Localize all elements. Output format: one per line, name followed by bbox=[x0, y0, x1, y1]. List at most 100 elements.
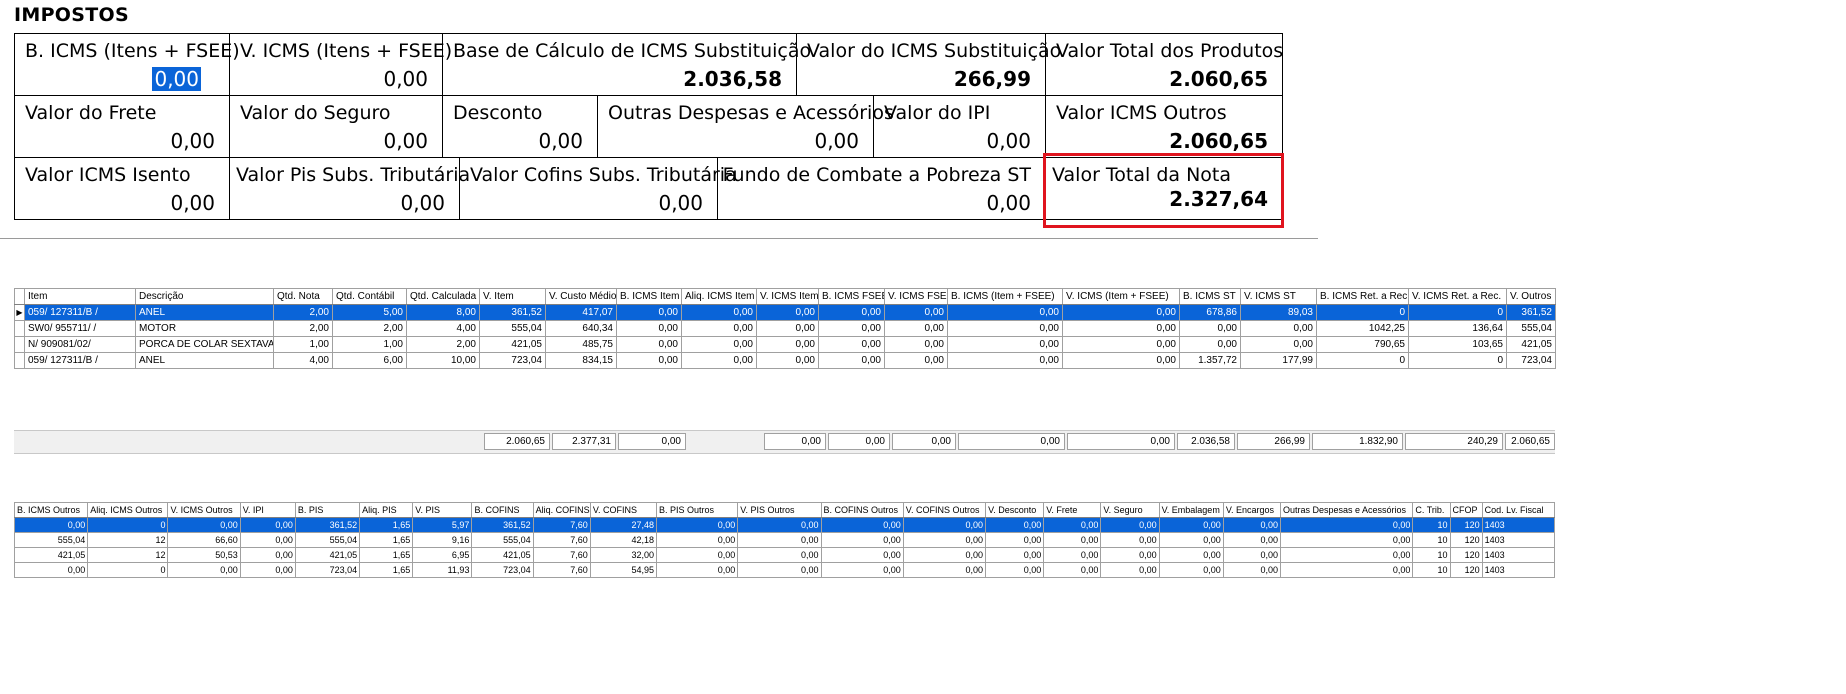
cell-v-outros[interactable]: 421,05 bbox=[1506, 336, 1556, 353]
cell-descricao[interactable]: ANEL bbox=[135, 304, 274, 321]
table-row[interactable]: SW0/ 955711/ / MOTOR 2,00 2,00 4,00 555,04 640… bbox=[14, 320, 1556, 337]
cell-b-icms-fsee[interactable]: 0,00 bbox=[818, 320, 885, 337]
cell-v-pis-outros[interactable]: 0,00 bbox=[737, 517, 822, 533]
cell-v-desconto[interactable]: 0,00 bbox=[985, 547, 1045, 563]
cell-qtd-calculada[interactable]: 10,00 bbox=[406, 352, 480, 369]
cell-aliq-icms-item[interactable]: 0,00 bbox=[681, 336, 757, 353]
cell-aliq-icms-outros[interactable]: 0 bbox=[87, 562, 169, 578]
cell-v-cofins[interactable]: 42,18 bbox=[589, 532, 658, 548]
cell-v-encargos[interactable]: 0,00 bbox=[1222, 517, 1281, 533]
col-header-v-pis[interactable]: V. PIS bbox=[412, 502, 473, 518]
cell-v-icms-item-fsee[interactable]: 0,00 bbox=[1062, 352, 1180, 369]
cell-v-ipi[interactable]: 0,00 bbox=[239, 517, 296, 533]
col-header-v-icms-outros[interactable]: V. ICMS Outros bbox=[167, 502, 241, 518]
cell-v-cofins[interactable]: 27,48 bbox=[589, 517, 658, 533]
cell-v-icms-outros[interactable]: 0,00 bbox=[167, 517, 241, 533]
col-header-aliq-cofins[interactable]: Aliq. COFINS bbox=[532, 502, 591, 518]
cell-b-pis-outros[interactable]: 0,00 bbox=[656, 517, 739, 533]
cell-c-trib[interactable]: 10 bbox=[1412, 517, 1451, 533]
cell-b-pis[interactable]: 361,52 bbox=[294, 517, 361, 533]
items-grid[interactable]: Item Descrição Qtd. Nota Qtd. Contábil Qtd. … bbox=[14, 288, 1556, 369]
cell-aliq-cofins[interactable]: 7,60 bbox=[532, 547, 591, 563]
cell-v-icms-item[interactable]: 0,00 bbox=[756, 320, 819, 337]
field-valor-pis-st[interactable]: Valor Pis Subs. Tributária 0,00 bbox=[229, 157, 470, 220]
cell-cod-lv-fiscal[interactable]: 1403 bbox=[1481, 547, 1556, 563]
cell-v-item[interactable]: 555,04 bbox=[479, 320, 546, 337]
cell-aliq-cofins[interactable]: 7,60 bbox=[532, 532, 591, 548]
cell-b-icms-item-fsee[interactable]: 0,00 bbox=[947, 304, 1063, 321]
cell-b-icms-item-fsee[interactable]: 0,00 bbox=[947, 352, 1063, 369]
cell-b-icms-fsee[interactable]: 0,00 bbox=[818, 304, 885, 321]
cell-qtd-nota[interactable]: 2,00 bbox=[273, 304, 333, 321]
cell-v-item[interactable]: 361,52 bbox=[479, 304, 546, 321]
cell-v-custo-medio[interactable]: 485,75 bbox=[545, 336, 617, 353]
cell-b-icms-outros[interactable]: 0,00 bbox=[13, 517, 89, 533]
cell-v-embalagem[interactable]: 0,00 bbox=[1158, 517, 1224, 533]
cell-v-pis-outros[interactable]: 0,00 bbox=[737, 547, 822, 563]
cell-v-icms-outros[interactable]: 0,00 bbox=[167, 562, 241, 578]
col-header-v-cofins[interactable]: V. COFINS bbox=[589, 502, 658, 518]
cell-qtd-contabil[interactable]: 5,00 bbox=[332, 304, 407, 321]
cell-aliq-icms-item[interactable]: 0,00 bbox=[681, 304, 757, 321]
field-valor-total-produtos[interactable]: Valor Total dos Produtos 2.060,65 bbox=[1045, 33, 1283, 96]
cell-b-cofins[interactable]: 361,52 bbox=[471, 517, 534, 533]
cell-b-icms-fsee[interactable]: 0,00 bbox=[818, 352, 885, 369]
cell-v-icms-st[interactable]: 0,00 bbox=[1240, 336, 1317, 353]
cell-b-pis[interactable]: 555,04 bbox=[294, 532, 361, 548]
cell-v-seguro[interactable]: 0,00 bbox=[1100, 547, 1160, 563]
col-header-b-icms-outros[interactable]: B. ICMS Outros bbox=[13, 502, 89, 518]
cell-v-frete[interactable]: 0,00 bbox=[1043, 517, 1102, 533]
cell-cod-lv-fiscal[interactable]: 1403 bbox=[1481, 532, 1556, 548]
cell-v-pis-outros[interactable]: 0,00 bbox=[737, 562, 822, 578]
cell-v-embalagem[interactable]: 0,00 bbox=[1158, 547, 1224, 563]
cell-c-trib[interactable]: 10 bbox=[1412, 547, 1451, 563]
col-header-aliq-pis[interactable]: Aliq. PIS bbox=[359, 502, 414, 518]
cell-b-pis[interactable]: 723,04 bbox=[294, 562, 361, 578]
col-header-v-pis-outros[interactable]: V. PIS Outros bbox=[737, 502, 822, 518]
cell-item[interactable]: N/ 909081/02/ bbox=[24, 336, 136, 353]
cell-descricao[interactable]: PORCA DE COLAR SEXTAVAD bbox=[135, 336, 274, 353]
cell-v-encargos[interactable]: 0,00 bbox=[1222, 532, 1281, 548]
col-header-aliq-icms-item[interactable]: Aliq. ICMS Item bbox=[681, 288, 757, 305]
cell-v-icms-fsee[interactable]: 0,00 bbox=[884, 336, 948, 353]
cell-b-icms-st[interactable]: 1.357,72 bbox=[1179, 352, 1241, 369]
field-v-icms-itens-fsee[interactable]: V. ICMS (Itens + FSEE) 0,00 bbox=[229, 33, 452, 96]
col-header-descricao[interactable]: Descrição bbox=[135, 288, 274, 305]
cell-b-icms-ret-a-rec[interactable]: 0 bbox=[1316, 304, 1409, 321]
cell-b-icms-item-fsee[interactable]: 0,00 bbox=[947, 336, 1063, 353]
cell-b-cofins-outros[interactable]: 0,00 bbox=[820, 547, 904, 563]
cell-qtd-calculada[interactable]: 4,00 bbox=[406, 320, 480, 337]
cell-aliq-icms-item[interactable]: 0,00 bbox=[681, 320, 757, 337]
col-header-qtd-calculada[interactable]: Qtd. Calculada bbox=[406, 288, 480, 305]
cell-v-frete[interactable]: 0,00 bbox=[1043, 547, 1102, 563]
field-valor-icms-outros[interactable]: Valor ICMS Outros 2.060,65 bbox=[1045, 95, 1283, 158]
cell-v-icms-item-fsee[interactable]: 0,00 bbox=[1062, 304, 1180, 321]
col-header-cfop[interactable]: CFOP bbox=[1449, 502, 1483, 518]
cell-outras-despesas-e-acessorios[interactable]: 0,00 bbox=[1279, 517, 1414, 533]
col-header-v-custo-medio[interactable]: V. Custo Médio bbox=[545, 288, 617, 305]
col-header-b-icms-st[interactable]: B. ICMS ST bbox=[1179, 288, 1241, 305]
field-base-calculo-icms-st[interactable]: Base de Cálculo de ICMS Substituição 2.0… bbox=[442, 33, 811, 96]
field-valor-icms-isento[interactable]: Valor ICMS Isento 0,00 bbox=[14, 157, 230, 220]
field-valor-cofins-st[interactable]: Valor Cofins Subs. Tributária 0,00 bbox=[459, 157, 737, 220]
cell-v-ipi[interactable]: 0,00 bbox=[239, 562, 296, 578]
cell-v-desconto[interactable]: 0,00 bbox=[985, 532, 1045, 548]
col-header-b-icms-item[interactable]: B. ICMS Item bbox=[616, 288, 682, 305]
col-header-b-pis[interactable]: B. PIS bbox=[294, 502, 361, 518]
cell-b-icms-item[interactable]: 0,00 bbox=[616, 336, 682, 353]
cell-v-icms-ret-a-rec[interactable]: 0 bbox=[1408, 304, 1507, 321]
cell-aliq-pis[interactable]: 1,65 bbox=[359, 562, 414, 578]
cell-v-icms-fsee[interactable]: 0,00 bbox=[884, 352, 948, 369]
cell-item[interactable]: 059/ 127311/B / bbox=[24, 304, 136, 321]
col-header-v-encargos[interactable]: V. Encargos bbox=[1222, 502, 1281, 518]
cell-v-seguro[interactable]: 0,00 bbox=[1100, 532, 1160, 548]
cell-v-embalagem[interactable]: 0,00 bbox=[1158, 532, 1224, 548]
table-row[interactable]: N/ 909081/02/PORCA DE COLAR SEXTAVAD 1,00… bbox=[14, 336, 1556, 353]
cell-v-item[interactable]: 421,05 bbox=[479, 336, 546, 353]
field-valor-frete[interactable]: Valor do Frete 0,00 bbox=[14, 95, 230, 158]
cell-v-frete[interactable]: 0,00 bbox=[1043, 562, 1102, 578]
cell-b-icms-st[interactable]: 678,86 bbox=[1179, 304, 1241, 321]
field-fundo-combate-pobreza-st[interactable]: Fundo de Combate a Pobreza ST 0,00 bbox=[717, 157, 1046, 220]
cell-b-icms-item[interactable]: 0,00 bbox=[616, 320, 682, 337]
cell-v-cofins-outros[interactable]: 0,00 bbox=[902, 532, 987, 548]
